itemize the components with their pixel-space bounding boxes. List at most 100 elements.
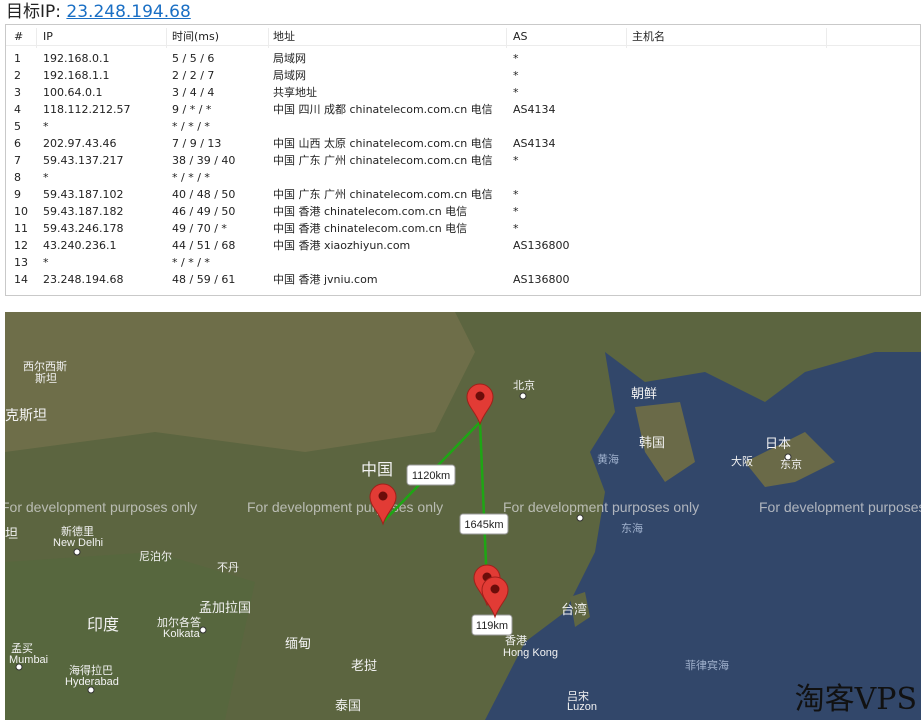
place-label: 东京 xyxy=(780,457,802,471)
col-hostname-header[interactable]: 主机名 xyxy=(632,28,665,45)
place-label: 不丹 xyxy=(217,562,239,574)
column-divider[interactable] xyxy=(626,28,627,48)
cell-n: 5 xyxy=(14,120,21,133)
place-label: 克斯坦 xyxy=(5,407,47,423)
table-row[interactable]: 14 23.248.194.68 48 / 59 / 61 中国 香港 jvniu.c… xyxy=(6,271,920,288)
table-row[interactable]: 11 59.43.246.178 49 / 70 / * 中国 香港 chinatel… xyxy=(6,220,920,237)
table-row[interactable]: 3 100.64.0.1 3 / 4 / 4 共享地址 * xyxy=(6,84,920,101)
dev-watermark: For development purposes only xyxy=(247,499,443,515)
cell-time: * / * / * xyxy=(172,256,210,269)
cell-addr: 局域网 xyxy=(273,52,306,65)
map-plateau xyxy=(5,312,475,452)
map-canvas[interactable]: For development purposes only For develop… xyxy=(5,312,921,720)
map-india-plain xyxy=(5,552,255,720)
place-label: 日本 xyxy=(765,436,791,451)
column-divider[interactable] xyxy=(268,28,269,48)
col-ip-header[interactable]: IP xyxy=(43,28,53,45)
cell-addr: 中国 香港 chinatelecom.com.cn 电信 xyxy=(273,222,468,235)
cell-as: * xyxy=(513,69,519,82)
column-divider[interactable] xyxy=(166,28,167,48)
cell-addr: 中国 山西 太原 chinatelecom.com.cn 电信 xyxy=(273,137,493,150)
col-as-header[interactable]: AS xyxy=(513,28,528,45)
target-ip-label: 目标IP: xyxy=(6,2,61,22)
table-row[interactable]: 2 192.168.1.1 2 / 2 / 7 局域网 * xyxy=(6,67,920,84)
table-row[interactable]: 8 * * / * / * xyxy=(6,169,920,186)
place-label: 海得拉巴 xyxy=(69,663,113,677)
cell-addr: 中国 香港 jvniu.com xyxy=(273,273,378,286)
cell-addr: 中国 广东 广州 chinatelecom.com.cn 电信 xyxy=(273,154,493,167)
table-row[interactable]: 9 59.43.187.102 40 / 48 / 50 中国 广东 广州 china… xyxy=(6,186,920,203)
cell-addr: 中国 香港 xiaozhiyun.com xyxy=(273,239,411,252)
cell-as: AS136800 xyxy=(513,239,570,252)
place-label: Mumbai xyxy=(9,654,48,666)
cell-time: 38 / 39 / 40 xyxy=(172,154,236,167)
table-header-row: # IP 时间(ms) 地址 AS 主机名 xyxy=(6,28,920,46)
dev-watermark: For development purposes only xyxy=(759,499,921,515)
place-label: 中国 xyxy=(361,461,393,479)
table-row[interactable]: 4 118.112.212.57 9 / * / * 中国 四川 成都 chinate… xyxy=(6,101,920,118)
cell-addr: 中国 香港 chinatelecom.com.cn 电信 xyxy=(273,205,468,218)
cell-n: 14 xyxy=(14,273,28,286)
cell-ip: * xyxy=(43,120,49,133)
cell-time: 48 / 59 / 61 xyxy=(172,273,236,286)
target-ip-header: 目标IP: 23.248.194.68 xyxy=(6,0,191,24)
place-label: 老挝 xyxy=(351,658,377,673)
place-label: 北京 xyxy=(513,378,535,392)
dev-watermark: For development purposes only xyxy=(503,499,699,515)
place-label: 缅甸 xyxy=(285,636,311,651)
table-row[interactable]: 13 * * / * / * xyxy=(6,254,920,271)
table-row[interactable]: 10 59.43.187.182 46 / 49 / 50 中国 香港 chinate… xyxy=(6,203,920,220)
cell-ip: * xyxy=(43,171,49,184)
cell-n: 10 xyxy=(14,205,28,218)
col-index-header[interactable]: # xyxy=(14,28,23,45)
cell-as: * xyxy=(513,86,519,99)
place-label: 尼泊尔 xyxy=(139,550,172,563)
table-row[interactable]: 6 202.97.43.46 7 / 9 / 13 中国 山西 太原 chinatel… xyxy=(6,135,920,152)
cell-addr: 中国 广东 广州 chinatelecom.com.cn 电信 xyxy=(273,188,493,201)
place-label: Hong Kong xyxy=(503,647,558,659)
table-row[interactable]: 5 * * / * / * xyxy=(6,118,920,135)
cell-as: AS136800 xyxy=(513,273,570,286)
cell-ip: 59.43.246.178 xyxy=(43,222,124,235)
route-map[interactable]: For development purposes only For develop… xyxy=(5,312,921,720)
column-divider[interactable] xyxy=(826,28,827,48)
place-label: 泰国 xyxy=(335,698,361,713)
cell-ip: 192.168.1.1 xyxy=(43,69,110,82)
cell-n: 12 xyxy=(14,239,28,252)
cell-n: 8 xyxy=(14,171,21,184)
column-divider[interactable] xyxy=(506,28,507,48)
city-dot xyxy=(519,392,527,400)
place-label: Kolkata xyxy=(163,628,201,640)
column-divider[interactable] xyxy=(36,28,37,48)
target-ip-link[interactable]: 23.248.194.68 xyxy=(66,2,190,22)
dev-watermark: For development purposes only xyxy=(5,499,197,515)
city-dot xyxy=(73,548,81,556)
col-time-header[interactable]: 时间(ms) xyxy=(172,28,219,45)
cell-n: 13 xyxy=(14,256,28,269)
cell-addr: 共享地址 xyxy=(273,86,317,99)
cell-ip: 59.43.187.102 xyxy=(43,188,124,201)
cell-as: * xyxy=(513,205,519,218)
distance-label: 1645km xyxy=(464,519,503,531)
cell-time: 44 / 51 / 68 xyxy=(172,239,236,252)
cell-ip: 43.240.236.1 xyxy=(43,239,117,252)
city-dot xyxy=(784,453,792,461)
place-label: New Delhi xyxy=(53,537,103,549)
cell-ip: 202.97.43.46 xyxy=(43,137,117,150)
cell-ip: 59.43.187.182 xyxy=(43,205,124,218)
place-label: 孟加拉国 xyxy=(199,600,251,615)
table-row[interactable]: 12 43.240.236.1 44 / 51 / 68 中国 香港 xiaozhiy… xyxy=(6,237,920,254)
city-dot xyxy=(87,686,95,694)
site-watermark: 淘客VPS xyxy=(794,682,917,717)
cell-as: * xyxy=(513,52,519,65)
col-address-header[interactable]: 地址 xyxy=(273,28,295,45)
place-label: 菲律宾海 xyxy=(685,658,729,672)
place-label: 台湾 xyxy=(561,602,587,617)
distance-label: 1120km xyxy=(412,470,450,482)
cell-ip: 118.112.212.57 xyxy=(43,103,131,116)
cell-n: 11 xyxy=(14,222,28,235)
cell-as: AS4134 xyxy=(513,137,556,150)
table-row[interactable]: 7 59.43.137.217 38 / 39 / 40 中国 广东 广州 china… xyxy=(6,152,920,169)
table-row[interactable]: 1 192.168.0.1 5 / 5 / 6 局域网 * xyxy=(6,50,920,67)
cell-as: * xyxy=(513,188,519,201)
